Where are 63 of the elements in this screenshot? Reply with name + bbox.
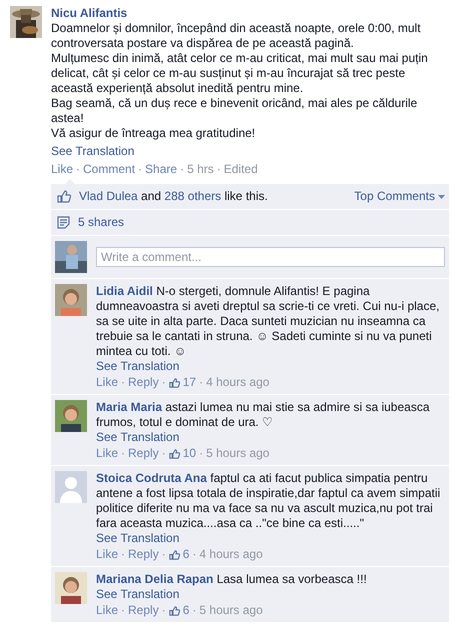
separator: ·	[121, 547, 126, 562]
thumbs-up-icon	[168, 378, 180, 388]
caret-icon	[438, 194, 445, 198]
see-translation-link[interactable]: See Translation	[51, 144, 450, 159]
timestamp[interactable]: 4 hours ago	[199, 547, 263, 562]
action-link[interactable]: Like	[51, 162, 74, 177]
separator: ·	[199, 446, 204, 461]
like-link[interactable]: Like	[96, 375, 118, 390]
like-count[interactable]: 6	[182, 603, 190, 618]
edited-label[interactable]: Edited	[224, 162, 258, 177]
separator: ·	[162, 446, 166, 461]
separator: ·	[121, 375, 126, 390]
separator: ·	[138, 162, 142, 177]
timestamp[interactable]: 4 hours ago	[206, 375, 270, 390]
likes-summary: Vlad Dulea and 288 others like this.	[79, 189, 269, 204]
separator: ·	[76, 162, 80, 177]
post-text: Bag seamă, că un duș rece e binevenit oricând, mai ales pe căldurile astea!	[51, 96, 418, 126]
separator: ·	[216, 162, 221, 177]
avatar-icon	[55, 471, 87, 503]
thumbs-up-icon	[168, 606, 180, 616]
post-text: Doamnelor și domnilor, începând din această noapte, orele 0:00, mult controversata postare va dispărea de pe această pagină.	[51, 21, 422, 51]
see-translation-link[interactable]: See Translation	[96, 359, 445, 374]
action-link[interactable]: Comment	[83, 162, 136, 177]
separator: ·	[192, 603, 196, 618]
like-count[interactable]: 6	[182, 547, 190, 562]
see-translation-link[interactable]: See Translation	[96, 531, 445, 546]
separator: ·	[162, 375, 166, 390]
thumbs-up-icon	[57, 190, 71, 203]
reply-link[interactable]: Reply	[128, 375, 159, 390]
separator: ·	[192, 547, 196, 562]
comment-text: Maria Maria astazi lumea nu mai stie sa admire si sa iubeasca frumos, totul e dominat de ura. ♡	[96, 400, 430, 430]
action-link[interactable]: Share	[145, 162, 178, 177]
comment-input[interactable]: Write a comment...	[96, 247, 445, 267]
like-link[interactable]: Like	[96, 547, 118, 562]
like-count[interactable]: 17	[182, 375, 196, 390]
separator: ·	[121, 603, 126, 618]
timestamp[interactable]: 5 hours ago	[206, 446, 270, 461]
timestamp[interactable]: 5 hrs	[187, 162, 214, 177]
like-link[interactable]: Like	[96, 603, 118, 618]
reply-link[interactable]: Reply	[128, 603, 159, 618]
like-count[interactable]: 10	[182, 446, 196, 461]
separator: ·	[180, 162, 184, 177]
reply-link[interactable]: Reply	[128, 446, 159, 461]
timestamp[interactable]: 5 hours ago	[199, 603, 263, 618]
post-text: Vă asigur de întreaga mea gratitudine!	[51, 126, 256, 141]
thumbs-up-icon	[168, 448, 180, 458]
separator: ·	[162, 603, 166, 618]
shares-count[interactable]: 5 shares	[78, 215, 124, 230]
comment-text: Mariana Delia Rapan Lasa lumea sa vorbeasca !!!	[96, 572, 368, 587]
post-text: Mulțumesc din inimă, atât celor ce m-au criticat, mai mult sau mai puțin delicat, cât și celor ce m-au susținut și m-au încurajat să trec peste această experiență absolut inedită pentru mine.	[51, 51, 429, 96]
comment-text: Lidia Aidil N-o stergeti, domnule Alifantis! E pagina dumneavoastra si aveti dreptul sa scrie-ti ce vreti. Cui nu-i place, sa se uite in alta parte. Daca sunteti muzician nu inseamna ca trebuie sa le cantati in struna. ☺ Sadeti cuminte si nu va puneti mintea cu toti. ☺	[96, 284, 440, 359]
see-translation-link[interactable]: See Translation	[96, 587, 445, 602]
reply-link[interactable]: Reply	[128, 547, 159, 562]
see-translation-link[interactable]: See Translation	[96, 430, 445, 445]
shares-icon	[57, 216, 70, 229]
separator: ·	[162, 547, 166, 562]
separator: ·	[199, 375, 204, 390]
comment-text: Stoica Codruta Ana faptul ca ati facut publica simpatia pentru antene a fost lipsa totala de inspiratie,dar faptul ca avem simpatii politice diferite nu ma va face sa nu va ascult muzica,nu pot trai fara aceasta muzica....asa ca .."ce bine ca esti....."	[96, 471, 442, 531]
separator: ·	[121, 446, 126, 461]
sort-dropdown[interactable]: Top Comments	[354, 189, 445, 204]
author-name[interactable]: Nicu Alifantis	[51, 6, 450, 21]
like-link[interactable]: Like	[96, 446, 118, 461]
thumbs-up-icon	[168, 550, 180, 560]
